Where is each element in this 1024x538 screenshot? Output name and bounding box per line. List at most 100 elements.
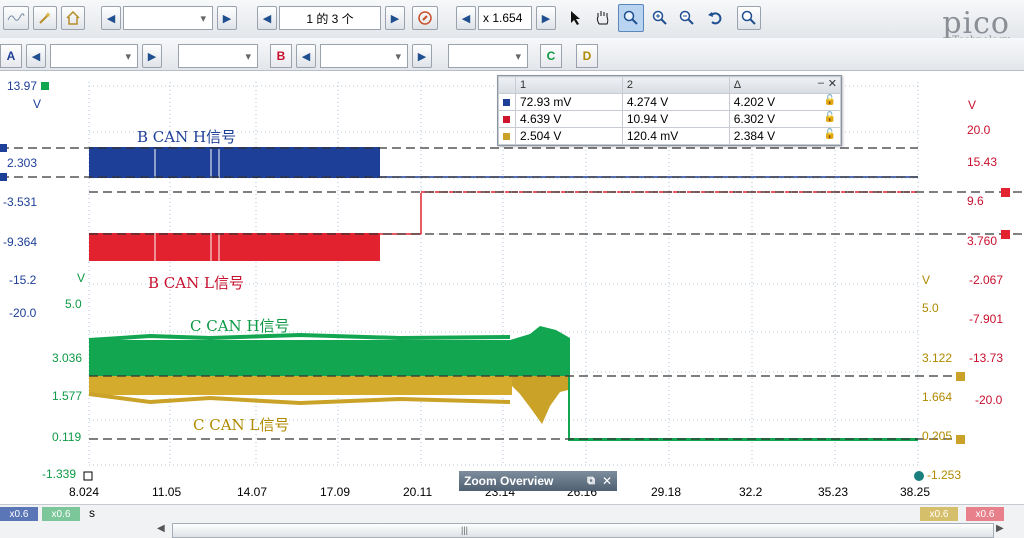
scale-c-tick: 0.119 bbox=[52, 430, 82, 444]
next-page-button[interactable]: ▶ bbox=[385, 6, 405, 30]
ruler-handle-a2[interactable] bbox=[0, 173, 7, 181]
scale-b-tick: -7.901 bbox=[969, 312, 1004, 326]
ruler-handle-b2[interactable] bbox=[1001, 230, 1010, 239]
label-c-can-l: C CAN L信号 bbox=[193, 416, 290, 434]
bottom-bar: x0.6 x0.6 s x0.6 x0.6 ||| ◀ ▶ bbox=[0, 504, 1024, 538]
zoom-out-step-button[interactable]: ◀ bbox=[456, 6, 476, 30]
channel-b-prev-button[interactable]: ◀ bbox=[296, 44, 316, 68]
scale-b-tick: -13.73 bbox=[969, 351, 1004, 365]
scale-a-tick: -15.2 bbox=[9, 273, 37, 287]
prev-capture-button[interactable]: ◀ bbox=[101, 6, 121, 30]
lock-icon[interactable]: 🔓 bbox=[824, 112, 836, 123]
scale-b-tick: 15.43 bbox=[967, 155, 998, 169]
close-icon[interactable]: ✕ bbox=[828, 77, 837, 90]
lock-icon[interactable]: 🔓 bbox=[824, 129, 836, 140]
time-tick: 8.024 bbox=[69, 485, 100, 499]
channel-c-scale-badge[interactable]: x0.6 bbox=[42, 507, 80, 521]
channel-b-range-select[interactable] bbox=[320, 44, 408, 68]
scale-a-tick: -20.0 bbox=[9, 306, 37, 320]
time-tick: 29.18 bbox=[651, 485, 682, 499]
time-tick: 14.07 bbox=[237, 485, 268, 499]
home-icon[interactable] bbox=[61, 6, 85, 30]
ruler-handle-d2[interactable] bbox=[956, 435, 965, 444]
channel-d-scale-badge[interactable]: x0.6 bbox=[920, 507, 958, 521]
scale-b-tick: 20.0 bbox=[967, 123, 991, 137]
hand-icon[interactable] bbox=[591, 6, 615, 30]
next-capture-button[interactable]: ▶ bbox=[217, 6, 237, 30]
axis-marker-bottom-right bbox=[914, 471, 924, 481]
channel-d-button[interactable]: D bbox=[576, 44, 598, 68]
scale-b-tick: 3.760 bbox=[967, 234, 998, 248]
label-b-can-h: B CAN H信号 bbox=[137, 128, 237, 146]
ruler-handle-b1[interactable] bbox=[1001, 188, 1010, 197]
scale-c-tick: 1.577 bbox=[52, 389, 83, 403]
scale-d-unit: V bbox=[922, 273, 931, 287]
capture-select[interactable] bbox=[123, 6, 213, 30]
channel-a-scale-badge[interactable]: x0.6 bbox=[0, 507, 38, 521]
channel-b-button[interactable]: B bbox=[270, 44, 292, 68]
scale-a-tick: 2.303 bbox=[7, 156, 38, 170]
axis-marker-top bbox=[41, 82, 49, 90]
scale-a-unit: V bbox=[33, 97, 42, 111]
undo-zoom-icon[interactable] bbox=[703, 6, 727, 30]
restore-icon[interactable]: ⧉ bbox=[587, 475, 595, 488]
compass-icon[interactable] bbox=[412, 6, 438, 30]
horizontal-scrollbar[interactable]: ||| bbox=[172, 523, 994, 538]
scale-c-tick: 3.036 bbox=[52, 351, 83, 365]
close-icon[interactable]: ✕ bbox=[602, 474, 612, 488]
prev-page-button[interactable]: ◀ bbox=[257, 6, 277, 30]
channel-a-next-button[interactable]: ▶ bbox=[142, 44, 162, 68]
channel-a-range-select[interactable] bbox=[50, 44, 138, 68]
measurement-row-a: 72.93 mV 4.274 V 4.202 V 🔓 bbox=[498, 93, 842, 111]
scale-a-max: 13.97 bbox=[7, 79, 38, 93]
channel-b-next-button[interactable]: ▶ bbox=[412, 44, 432, 68]
ruler-handle-a1[interactable] bbox=[0, 144, 7, 152]
scroll-right-icon[interactable]: ▶ bbox=[996, 523, 1009, 536]
swatch-a bbox=[503, 99, 510, 106]
zoom-select-icon[interactable] bbox=[618, 4, 644, 32]
zoom-overview-icon[interactable] bbox=[737, 6, 761, 30]
scale-a-tick: -3.531 bbox=[3, 195, 38, 209]
channel-toolbar: A ◀ ▶ B ◀ ▶ C D bbox=[0, 38, 1024, 71]
scale-b-tick: -2.067 bbox=[969, 273, 1004, 287]
page-indicator: 1 的 3 个 bbox=[279, 6, 381, 30]
time-tick: 32.2 bbox=[739, 485, 763, 499]
zoom-overview-window[interactable]: Zoom Overview ⧉ ✕ bbox=[459, 471, 617, 491]
time-tick: 35.23 bbox=[818, 485, 849, 499]
channel-a-coupling-select[interactable] bbox=[178, 44, 258, 68]
scroll-left-icon[interactable]: ◀ bbox=[157, 523, 170, 536]
swatch-d bbox=[503, 133, 510, 140]
channel-c-button[interactable]: C bbox=[540, 44, 562, 68]
scale-d-tick: 3.122 bbox=[922, 351, 953, 365]
zoom-in-step-button[interactable]: ▶ bbox=[536, 6, 556, 30]
scale-b-tick: 9.6 bbox=[967, 194, 984, 208]
axis-marker-bottom-left bbox=[83, 471, 93, 481]
pointer-icon[interactable] bbox=[564, 6, 588, 30]
channel-b-coupling-select[interactable] bbox=[448, 44, 528, 68]
measurement-row-d: 2.504 V 120.4 mV 2.384 V 🔓 bbox=[498, 127, 842, 145]
lock-icon[interactable]: 🔓 bbox=[824, 95, 836, 106]
scope-mode-icon[interactable] bbox=[3, 6, 29, 30]
wand-icon[interactable] bbox=[33, 6, 57, 30]
minimize-icon[interactable]: – bbox=[818, 77, 824, 89]
swatch-b bbox=[503, 116, 510, 123]
zoom-out-icon[interactable] bbox=[675, 6, 699, 30]
channel-b-scale-badge[interactable]: x0.6 bbox=[966, 507, 1004, 521]
channel-a-button[interactable]: A bbox=[0, 44, 22, 68]
scale-d-tick: -1.253 bbox=[927, 468, 962, 482]
scale-a-tick: -9.364 bbox=[3, 235, 38, 249]
ruler-2-header: 2 bbox=[621, 76, 730, 94]
label-b-can-l: B CAN L信号 bbox=[148, 274, 244, 292]
channel-b-waveform bbox=[89, 191, 918, 261]
time-unit: s bbox=[89, 506, 95, 520]
ruler-handle-d1[interactable] bbox=[956, 372, 965, 381]
scale-d-tick: 0.205 bbox=[922, 429, 953, 443]
time-tick: 17.09 bbox=[320, 485, 351, 499]
ruler-legend-panel[interactable]: 1 2 Δ – ✕ 72.93 mV 4.274 V 4.202 V 🔓 4.63… bbox=[497, 75, 842, 146]
time-tick: 38.25 bbox=[900, 485, 931, 499]
scale-c-tick: -1.339 bbox=[42, 467, 77, 481]
scroll-grip-icon[interactable]: ||| bbox=[461, 525, 471, 535]
zoom-in-icon[interactable] bbox=[648, 6, 672, 30]
scale-d-tick: 1.664 bbox=[922, 390, 953, 404]
channel-a-prev-button[interactable]: ◀ bbox=[26, 44, 46, 68]
